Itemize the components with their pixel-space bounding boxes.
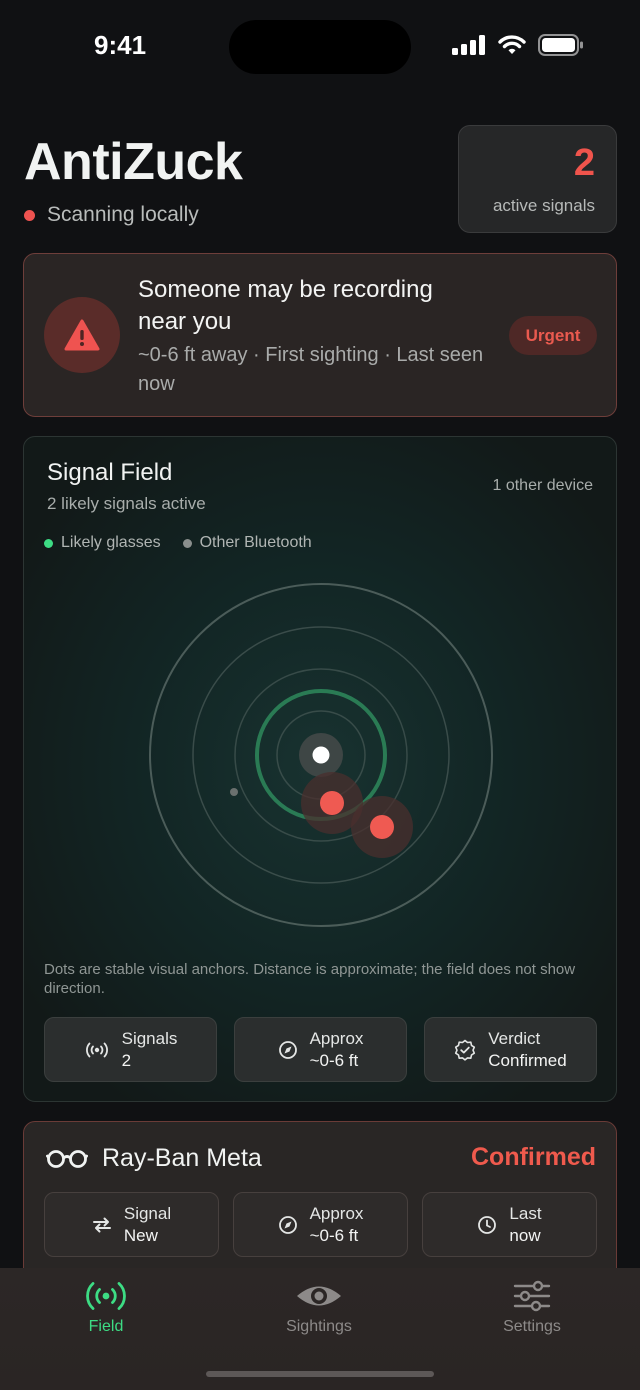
verified-badge-icon xyxy=(455,1039,476,1061)
signal-dot-2 xyxy=(370,815,394,839)
field-legend: Likely glasses Other Bluetooth xyxy=(44,534,312,552)
device-name: Ray-Ban Meta xyxy=(102,1144,262,1172)
recording-alert-card[interactable]: Someone may be recording near you ~0-6 f… xyxy=(23,253,617,417)
signal-field-card: Signal Field 2 likely signals active 1 o… xyxy=(23,436,617,1102)
stat-value: ~0-6 ft xyxy=(309,1225,359,1245)
stat-label: Approx xyxy=(309,1028,364,1048)
tab-bar: Field Sightings Settings xyxy=(0,1268,640,1390)
tab-label: Settings xyxy=(503,1318,561,1335)
stat-approx[interactable]: Approx ~0-6 ft xyxy=(234,1017,407,1082)
alert-icon-circle xyxy=(44,297,120,373)
urgent-badge: Urgent xyxy=(509,316,597,355)
eye-icon xyxy=(297,1286,341,1306)
field-stats: Signals 2 Approx ~0-6 ft Verdict Confirm… xyxy=(44,1017,597,1082)
sliders-icon xyxy=(513,1280,551,1312)
legend-dot-green xyxy=(44,538,53,548)
device-status: Confirmed xyxy=(471,1143,596,1171)
dynamic-island xyxy=(229,20,411,74)
stat-label: Verdict xyxy=(488,1028,541,1048)
cellular-signal-icon xyxy=(452,35,485,55)
compass-icon xyxy=(278,1215,297,1234)
device-stat-signal[interactable]: Signal New xyxy=(44,1192,219,1257)
clock-icon xyxy=(478,1215,497,1234)
signal-dot-1 xyxy=(320,791,344,815)
legend-dot-gray xyxy=(182,538,192,548)
status-time: 9:41 xyxy=(94,30,147,60)
tab-label: Sightings xyxy=(286,1318,352,1335)
stat-value: now xyxy=(509,1225,541,1245)
active-signals-label: active signals xyxy=(492,196,595,215)
device-stat-approx[interactable]: Approx ~0-6 ft xyxy=(233,1192,408,1257)
legend-item-glasses: Likely glasses xyxy=(44,534,161,552)
other-bluetooth-dot xyxy=(230,788,238,796)
active-signals-count: 2 xyxy=(573,142,595,184)
home-indicator xyxy=(206,1371,434,1377)
tab-field[interactable]: Field xyxy=(36,1280,176,1336)
stat-verdict[interactable]: Verdict Confirmed xyxy=(424,1017,597,1082)
stat-label: Last xyxy=(509,1203,542,1223)
stat-signals[interactable]: Signals 2 xyxy=(44,1017,217,1082)
wifi-icon xyxy=(498,35,526,54)
status-icons xyxy=(452,34,584,56)
swap-arrows-icon xyxy=(92,1217,111,1232)
battery-icon xyxy=(538,34,583,56)
broadcast-icon xyxy=(85,1042,108,1057)
tab-sightings[interactable]: Sightings xyxy=(249,1280,389,1336)
legend-label: Other Bluetooth xyxy=(199,534,312,551)
field-note: Dots are stable visual anchors. Distance… xyxy=(44,961,576,997)
warning-triangle-icon xyxy=(64,319,100,351)
broadcast-icon xyxy=(86,1282,126,1310)
legend-item-bluetooth: Other Bluetooth xyxy=(182,534,312,552)
active-signals-card[interactable]: 2 active signals xyxy=(458,125,617,233)
signal-field-subtitle: 2 likely signals active xyxy=(47,494,206,513)
tab-label: Field xyxy=(88,1318,124,1335)
device-stat-last[interactable]: Last now xyxy=(422,1192,597,1257)
compass-icon xyxy=(278,1040,297,1059)
alert-subtitle: ~0-6 ft away · First sighting · Last see… xyxy=(138,344,484,395)
signal-field-title: Signal Field xyxy=(47,459,173,486)
stat-label: Signal xyxy=(123,1203,172,1223)
stat-value: 2 xyxy=(121,1050,132,1070)
glasses-icon xyxy=(46,1150,88,1168)
stat-value: New xyxy=(123,1225,158,1245)
scan-indicator-dot xyxy=(24,209,35,221)
alert-title: Someone may be recording near you xyxy=(138,276,433,335)
other-device-count: 1 other device xyxy=(492,477,593,494)
legend-label: Likely glasses xyxy=(61,534,161,551)
scan-status-text: Scanning locally xyxy=(47,203,199,226)
stat-value: Confirmed xyxy=(488,1050,567,1070)
tab-settings[interactable]: Settings xyxy=(462,1280,602,1336)
device-stats: Signal New Approx ~0-6 ft Last now xyxy=(44,1192,597,1257)
stat-label: Approx xyxy=(309,1203,364,1223)
app-title: AntiZuck xyxy=(24,133,243,191)
stat-label: Signals xyxy=(121,1028,178,1048)
stat-value: ~0-6 ft xyxy=(309,1050,359,1070)
self-position-dot xyxy=(312,746,330,764)
scan-status: Scanning locally xyxy=(24,203,199,227)
device-card[interactable]: Ray-Ban Meta Confirmed Signal New Approx… xyxy=(23,1121,617,1281)
